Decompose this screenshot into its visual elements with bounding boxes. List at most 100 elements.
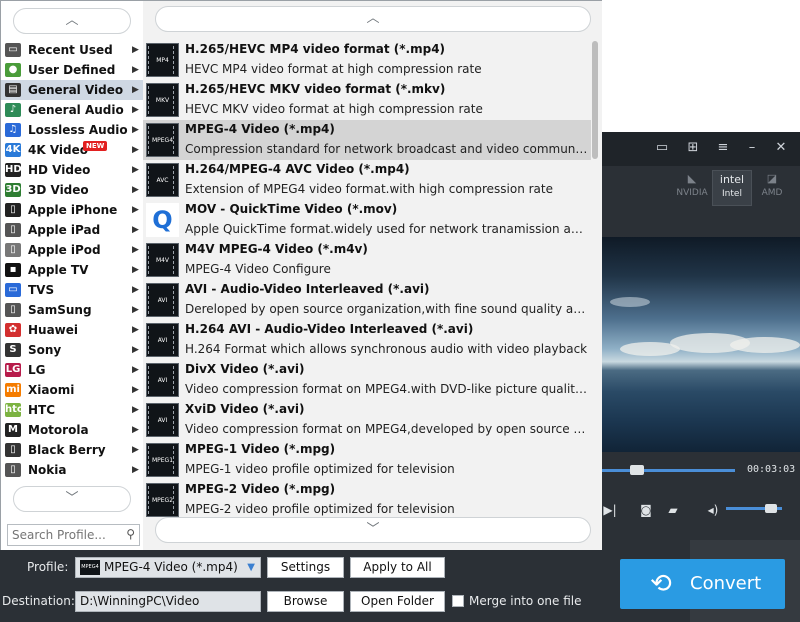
profile-select[interactable]: MPEG4 MPEG-4 Video (*.mp4) ▼ (75, 557, 261, 578)
minimize-icon[interactable]: – (744, 141, 760, 155)
format-scroll-up-button[interactable]: ︿ (155, 6, 591, 32)
category-item[interactable]: ▯ Nokia ▶ (1, 460, 143, 480)
cart-icon[interactable]: ⊞ (685, 141, 701, 155)
apply-to-all-button[interactable]: Apply to All (350, 557, 445, 578)
playback-progress-thumb[interactable] (629, 465, 644, 475)
format-item[interactable]: Q MOV - QuickTime Video (*.mov) Apple Quic… (143, 200, 591, 240)
category-item[interactable]: ▯ Apple iPhone ▶ (1, 200, 143, 220)
volume-icon[interactable]: ◂) (705, 503, 721, 517)
format-item[interactable]: MPEG1 MPEG-1 Video (*.mpg) MPEG-1 video pr… (143, 440, 591, 480)
category-item[interactable]: HD HD Video ▶ (1, 160, 143, 180)
format-description: Video compression format on MPEG4,develo… (185, 422, 589, 436)
chevron-right-icon: ▶ (132, 305, 139, 315)
format-title: AVI - Audio-Video Interleaved (*.avi) (185, 282, 430, 296)
category-item[interactable]: ● User Defined ▶ (1, 60, 143, 80)
format-scroll-down-button[interactable]: ﹀ (155, 517, 591, 543)
accelerator-amd[interactable]: ◪ AMD (752, 170, 792, 206)
nvidia-logo-icon: ◣ (687, 172, 697, 185)
format-item[interactable]: AVC H.264/MPEG-4 AVC Video (*.mp4) Extensi… (143, 160, 591, 200)
category-item[interactable]: 3D 3D Video ▶ (1, 180, 143, 200)
playback-progress-track[interactable] (600, 469, 735, 472)
user-defined-icon: ● (5, 63, 21, 77)
format-item[interactable]: MKV H.265/HEVC MKV video format (*.mkv) HE… (143, 80, 591, 120)
category-item[interactable]: ▪ Apple TV ▶ (1, 260, 143, 280)
accelerator-intel[interactable]: intel Intel (712, 170, 752, 206)
profile-search-input[interactable] (8, 525, 118, 545)
category-label: HD Video (28, 163, 91, 177)
category-item[interactable]: 4K 4K Video NEW ▶ (1, 140, 143, 160)
category-item[interactable]: ▯ Apple iPad ▶ (1, 220, 143, 240)
film-icon: MPEG4 (146, 123, 179, 157)
convert-label: Convert (690, 573, 762, 594)
category-item[interactable]: M Motorola ▶ (1, 420, 143, 440)
category-scroll-down-button[interactable]: ﹀ (13, 486, 131, 512)
chevron-right-icon: ▶ (132, 185, 139, 195)
film-icon: MKV (146, 83, 179, 117)
profile-search-box[interactable]: ⚲ (7, 524, 140, 546)
category-item[interactable]: htc HTC ▶ (1, 400, 143, 420)
category-item[interactable]: LG LG ▶ (1, 360, 143, 380)
category-item[interactable]: ✿ Huawei ▶ (1, 320, 143, 340)
format-title: H.264 AVI - Audio-Video Interleaved (*.a… (185, 322, 474, 336)
chevron-right-icon: ▶ (132, 365, 139, 375)
film-icon: AVC (146, 163, 179, 197)
profile-select-value: MPEG-4 Video (*.mp4) (104, 560, 238, 574)
folder-icon[interactable]: ▰ (665, 503, 681, 517)
4k-video-icon: 4K (5, 143, 21, 157)
search-icon[interactable]: ⚲ (126, 527, 135, 541)
category-item[interactable]: ▯ SamSung ▶ (1, 300, 143, 320)
app-top-area (600, 0, 800, 132)
close-icon[interactable]: ✕ (773, 141, 789, 155)
category-item[interactable]: ▭ Recent Used ▶ (1, 40, 143, 60)
category-item[interactable]: ▯ Apple iPod ▶ (1, 240, 143, 260)
volume-thumb[interactable] (764, 504, 777, 513)
settings-button[interactable]: Settings (267, 557, 344, 578)
apple-iphone-icon: ▯ (5, 203, 21, 217)
browse-button[interactable]: Browse (267, 591, 344, 612)
next-frame-icon[interactable]: ▶| (602, 503, 618, 517)
category-label: Nokia (28, 463, 67, 477)
format-list: MP4 H.265/HEVC MP4 video format (*.mp4) HE… (143, 40, 591, 520)
format-description: Apple QuickTime format.widely used for n… (185, 222, 589, 236)
category-item[interactable]: S Sony ▶ (1, 340, 143, 360)
open-folder-button[interactable]: Open Folder (350, 591, 445, 612)
merge-label: Merge into one file (469, 594, 582, 608)
category-label: Apple iPhone (28, 203, 118, 217)
snapshot-icon[interactable]: ◙ (638, 503, 654, 517)
category-label: SamSung (28, 303, 92, 317)
category-item[interactable]: ▯ Black Berry ▶ (1, 440, 143, 460)
category-label: Recent Used (28, 43, 113, 57)
chevron-down-icon[interactable]: ▼ (247, 558, 255, 577)
format-item[interactable]: M4V M4V MPEG-4 Video (*.m4v) MPEG-4 Video … (143, 240, 591, 280)
chevron-right-icon: ▶ (132, 205, 139, 215)
format-item[interactable]: MPEG2 MPEG-2 Video (*.mpg) MPEG-2 video pr… (143, 480, 591, 520)
category-item[interactable]: ♪ General Audio ▶ (1, 100, 143, 120)
format-item[interactable]: AVI H.264 AVI - Audio-Video Interleaved (… (143, 320, 591, 360)
destination-input[interactable]: D:\WinningPC\Video (75, 591, 261, 612)
accelerator-nvidia[interactable]: ◣ NVIDIA (672, 170, 712, 206)
general-audio-icon: ♪ (5, 103, 21, 117)
feedback-icon[interactable]: ▭ (654, 141, 670, 155)
format-item[interactable]: MP4 H.265/HEVC MP4 video format (*.mp4) HE… (143, 40, 591, 80)
category-item[interactable]: ▤ General Video ▶ (1, 80, 143, 100)
merge-checkbox[interactable] (452, 595, 464, 607)
format-list-scrollbar[interactable] (592, 41, 598, 159)
destination-label: Destination: (2, 594, 75, 608)
format-item[interactable]: AVI XviD Video (*.avi) Video compression f… (143, 400, 591, 440)
format-item[interactable]: MPEG4 MPEG-4 Video (*.mp4) Compression sta… (143, 120, 591, 160)
format-title: MOV - QuickTime Video (*.mov) (185, 202, 398, 216)
category-label: Apple TV (28, 263, 89, 277)
format-item[interactable]: AVI DivX Video (*.avi) Video compression f… (143, 360, 591, 400)
category-item[interactable]: mi Xiaomi ▶ (1, 380, 143, 400)
format-title: DivX Video (*.avi) (185, 362, 305, 376)
samsung-icon: ▯ (5, 303, 21, 317)
category-scroll-up-button[interactable]: ︿ (13, 8, 131, 34)
category-label: Black Berry (28, 443, 106, 457)
category-item[interactable]: ▭ TVS ▶ (1, 280, 143, 300)
convert-button[interactable]: ⟲ Convert (620, 559, 785, 609)
category-item[interactable]: ♫ Lossless Audio ▶ (1, 120, 143, 140)
menu-icon[interactable]: ≡ (715, 141, 731, 155)
apple-ipod-icon: ▯ (5, 243, 21, 257)
lossless-audio-icon: ♫ (5, 123, 21, 137)
format-item[interactable]: AVI AVI - Audio-Video Interleaved (*.avi)… (143, 280, 591, 320)
